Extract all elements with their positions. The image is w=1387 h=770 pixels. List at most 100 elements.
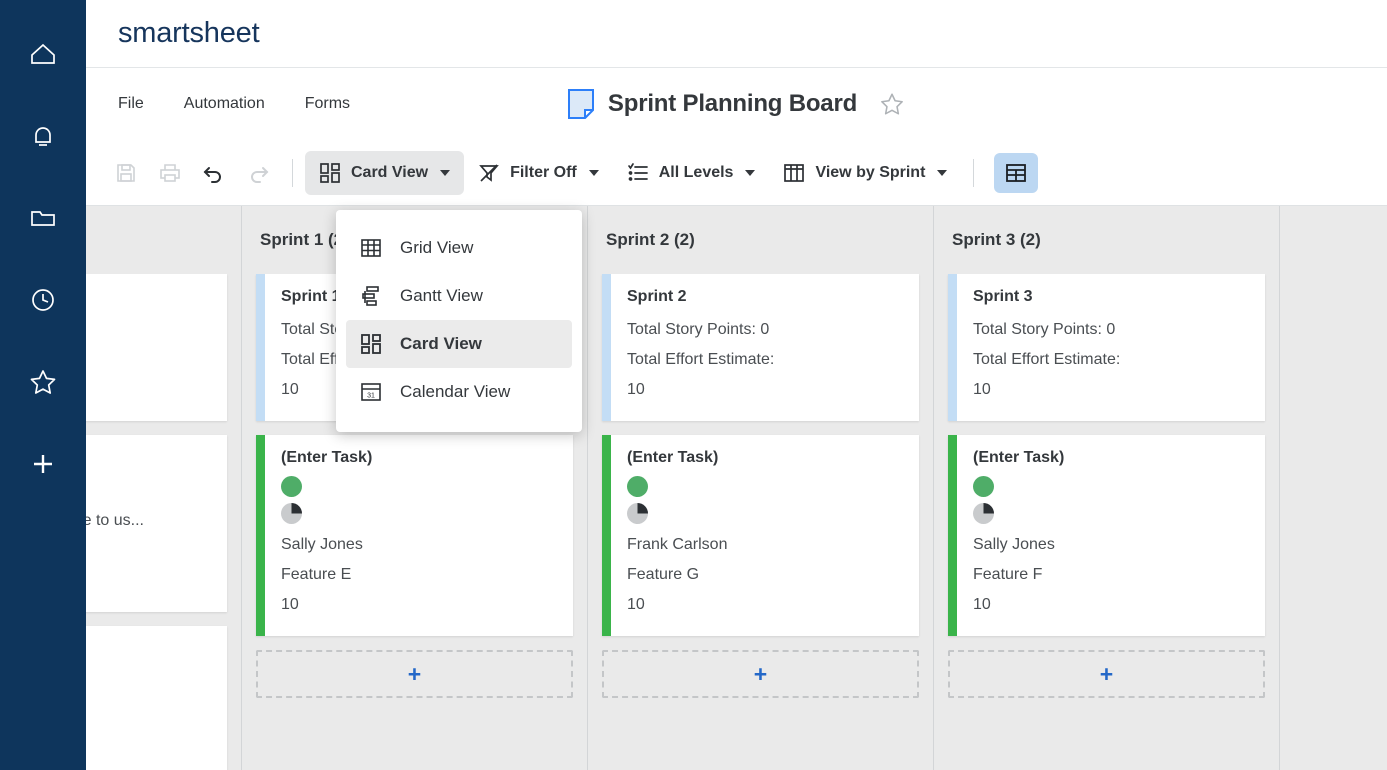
menu-option-calendar-view[interactable]: 31 Calendar View (346, 368, 572, 416)
card-line: 10 (281, 590, 557, 620)
menu-option-grid-view[interactable]: Grid View (346, 224, 572, 272)
card-line: Total Story Points: 0 (627, 315, 903, 345)
card-line: Insert your name here to us... (86, 506, 211, 536)
hierarchy-levels-icon (627, 162, 649, 184)
filter-off-icon (478, 162, 500, 184)
create-plus-icon[interactable] (15, 436, 71, 492)
board-column-sprint-2: Sprint 2 (2) Sprint 2 Total Story Points… (588, 206, 934, 770)
menu-option-label: Grid View (400, 238, 473, 258)
card-summary[interactable]: Current Sprints Total Story Points: 62 T… (86, 274, 227, 421)
chevron-down-icon (589, 170, 599, 176)
card-summary[interactable]: Sprint 3 Total Story Points: 0 Total Eff… (948, 274, 1265, 421)
add-card-button[interactable]: + (256, 650, 573, 698)
smartsheet-app: smartsheet File Automation Forms Sprint … (0, 0, 1387, 770)
card-line: Total Story Points: 0 (973, 315, 1249, 345)
card-task[interactable]: Provide the ... (86, 626, 227, 770)
view-selector-button[interactable]: Card View (305, 151, 464, 195)
card-line: Total Effort Estimate: (973, 345, 1249, 375)
menu-item-forms[interactable]: Forms (305, 95, 350, 113)
filter-button[interactable]: Filter Off (464, 151, 613, 195)
chevron-down-icon (937, 170, 947, 176)
left-nav-rail (0, 0, 86, 770)
card-line: Feature F (973, 560, 1249, 590)
levels-label: All Levels (659, 164, 734, 182)
add-card-button[interactable]: + (602, 650, 919, 698)
card-line: 10 (627, 375, 903, 405)
calendar-view-icon: 31 (360, 381, 392, 403)
print-button[interactable] (148, 152, 192, 194)
card-title: (Enter Task) (973, 449, 1249, 467)
card-line: 10 (973, 590, 1249, 620)
menu-bar: File Automation Forms Sprint Planning Bo… (86, 68, 1387, 140)
card-line: Total Story Points: 62 (86, 315, 211, 345)
card-task[interactable]: (Enter Task) Frank Carlson Feature G 10 (602, 435, 919, 636)
group-by-button[interactable]: View by Sprint (769, 151, 961, 195)
plus-icon: + (754, 663, 767, 686)
card-summary[interactable]: Sprint 2 Total Story Points: 0 Total Eff… (602, 274, 919, 421)
card-title: (Enter Task) (627, 449, 903, 467)
card-task[interactable]: (Enter Task) Sally Jones Feature F 10 (948, 435, 1265, 636)
recents-clock-icon[interactable] (15, 272, 71, 328)
chevron-down-icon (745, 170, 755, 176)
card-task[interactable]: Configure the ... Insert your name here … (86, 435, 227, 612)
column-header: Sprint 3 (2) (934, 206, 1279, 274)
menu-option-label: Calendar View (400, 382, 510, 402)
progress-pie-icon (627, 503, 648, 524)
card-line (86, 697, 211, 727)
card-accent-bar (948, 274, 957, 421)
grid-panel-toggle-button[interactable] (994, 153, 1038, 193)
undo-button[interactable] (192, 152, 236, 194)
status-dot-green-icon (281, 476, 302, 497)
column-header: Current Sprints (12) (86, 206, 241, 274)
card-line: Frank Carlson (627, 530, 903, 560)
card-view-icon (319, 162, 341, 184)
progress-pie-icon (281, 503, 302, 524)
folder-icon[interactable] (15, 190, 71, 246)
status-dot-green-icon (973, 476, 994, 497)
card-line: Total Effort Estimate: (86, 345, 211, 375)
card-accent-bar (602, 274, 611, 421)
card-line (86, 667, 211, 697)
toolbar: Card View Filter Off (86, 140, 1387, 206)
card-title: Provide the ... (86, 640, 211, 658)
grid-view-icon (360, 237, 392, 259)
card-title: (Enter Task) (281, 449, 557, 467)
menu-option-card-view[interactable]: Card View (346, 320, 572, 368)
plus-icon: + (1100, 663, 1113, 686)
main-area: smartsheet File Automation Forms Sprint … (86, 0, 1387, 770)
status-dot-green-icon (627, 476, 648, 497)
smartsheet-logo[interactable]: smartsheet (118, 17, 259, 50)
brand-bar: smartsheet (86, 0, 1387, 68)
card-title: Current Sprints (86, 288, 211, 306)
home-icon[interactable] (15, 26, 71, 82)
levels-button[interactable]: All Levels (613, 151, 770, 195)
menu-item-automation[interactable]: Automation (184, 95, 265, 113)
card-accent-bar (602, 435, 611, 636)
card-accent-bar (256, 435, 265, 636)
progress-pie-icon (973, 503, 994, 524)
card-title: Configure the ... (86, 449, 211, 467)
notifications-bell-icon[interactable] (15, 108, 71, 164)
menu-item-file[interactable]: File (118, 95, 144, 113)
card-task[interactable]: (Enter Task) Sally Jones Feature E 10 (256, 435, 573, 636)
card-line (86, 727, 211, 757)
favorite-star-icon[interactable] (879, 91, 905, 117)
menu-option-gantt-view[interactable]: Gantt View (346, 272, 572, 320)
card-accent-bar (948, 435, 957, 636)
card-line: 10 (973, 375, 1249, 405)
columns-icon (783, 162, 805, 184)
redo-button[interactable] (236, 152, 280, 194)
favorites-star-icon[interactable] (15, 354, 71, 410)
column-body: Current Sprints Total Story Points: 62 T… (86, 274, 241, 770)
filter-label: Filter Off (510, 164, 577, 182)
toolbar-divider (292, 159, 293, 187)
gantt-view-icon (360, 285, 392, 307)
card-line: Total Effort Estimate: (627, 345, 903, 375)
menu-option-label: Card View (400, 334, 482, 354)
menu-option-label: Gantt View (400, 286, 483, 306)
save-button[interactable] (104, 152, 148, 194)
add-card-button[interactable]: + (948, 650, 1265, 698)
sheet-icon (568, 89, 594, 119)
card-line: Sally Jones (281, 530, 557, 560)
card-title: Sprint 2 (627, 288, 903, 306)
